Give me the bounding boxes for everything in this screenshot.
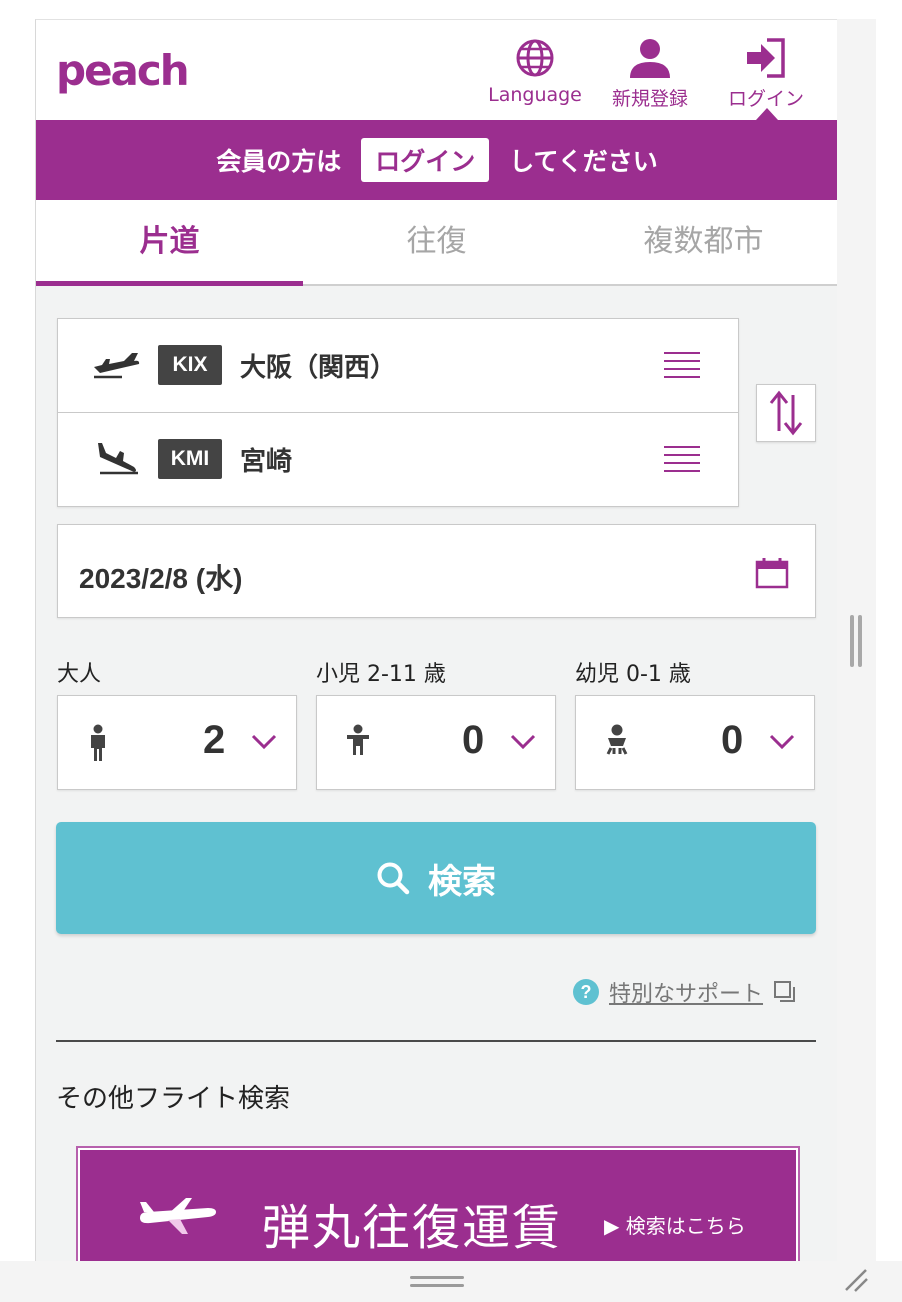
nav-login-label: ログイン [727, 88, 804, 110]
date-field[interactable]: 2023/2/8 (水) [57, 524, 816, 618]
nav-language-label: Language [488, 84, 582, 106]
origin-city: 大阪（関西） [240, 353, 397, 383]
chevron-down-icon [510, 734, 536, 750]
infant-icon [606, 724, 628, 755]
infant-label: 幼児 0-1 歳 [575, 662, 691, 687]
promo-search-link[interactable]: ▶ 検索はこちら [604, 1210, 746, 1239]
child-count-select[interactable]: 0 [316, 695, 556, 790]
chevron-down-icon [769, 734, 795, 750]
destination-code: KMI [158, 439, 222, 479]
child-label: 小児 2-11 歳 [316, 662, 446, 687]
special-support-link[interactable]: ? 特別なサポート [573, 976, 797, 1008]
nav-login[interactable]: ログイン [711, 38, 821, 111]
app-frame: peach Language 新規登録 ログイン 会員の方は ログイン してくだ… [35, 19, 839, 1262]
bullet-roundtrip-promo-banner[interactable]: 弾丸往復運賃 ▶ 検索はこちら [76, 1146, 800, 1262]
other-flight-search-heading: その他フライト検索 [56, 1084, 291, 1114]
section-divider [56, 1040, 816, 1042]
trip-type-tabs: 片道 往復 複数都市 [36, 200, 838, 286]
chevron-down-icon [251, 734, 277, 750]
scrollbar-handle[interactable] [848, 615, 864, 667]
infant-count: 0 [721, 718, 744, 762]
child-count: 0 [462, 718, 485, 762]
destination-menu-icon [664, 446, 700, 478]
member-login-banner: 会員の方は ログイン してください [36, 120, 838, 200]
nav-register-label: 新規登録 [611, 88, 688, 110]
origin-code: KIX [158, 345, 222, 385]
tab-multi-city[interactable]: 複数都市 [570, 200, 837, 284]
tab-one-way[interactable]: 片道 [36, 200, 303, 286]
infant-count-select[interactable]: 0 [575, 695, 815, 790]
calendar-icon [755, 558, 789, 589]
banner-suffix: してください [509, 147, 658, 176]
swap-route-button[interactable] [756, 384, 816, 442]
globe-icon [516, 39, 554, 77]
promo-title: 弾丸往復運賃 [262, 1200, 563, 1256]
user-icon [630, 39, 670, 78]
drag-grip-icon[interactable] [410, 1275, 464, 1289]
nav-register[interactable]: 新規登録 [595, 38, 705, 111]
tab-round-trip[interactable]: 往復 [303, 200, 570, 284]
login-icon [747, 38, 785, 78]
adult-label: 大人 [57, 662, 102, 687]
airplane-icon [140, 1198, 216, 1234]
special-support-label: 特別なサポート [609, 982, 764, 1007]
date-value: 2023/2/8 (水) [79, 563, 243, 594]
adult-count: 2 [203, 718, 226, 762]
departure-plane-icon [94, 353, 140, 379]
banner-prefix: 会員の方は [216, 147, 342, 176]
search-button-label: 検索 [428, 861, 496, 902]
resize-handle-icon[interactable] [842, 1266, 870, 1294]
destination-field[interactable]: KMI 宮崎 [58, 413, 738, 506]
search-icon [377, 862, 410, 895]
adult-count-select[interactable]: 2 [57, 695, 297, 790]
help-icon: ? [573, 979, 599, 1005]
origin-menu-icon [664, 352, 700, 384]
arrival-plane-icon [98, 443, 138, 475]
peach-logo[interactable]: peach [56, 46, 190, 95]
external-window-icon [774, 981, 796, 1002]
origin-field[interactable]: KIX 大阪（関西） [58, 319, 738, 413]
active-nav-pointer [756, 108, 778, 120]
nav-language[interactable]: Language [480, 38, 590, 106]
destination-city: 宮崎 [240, 447, 293, 477]
site-header: peach Language 新規登録 ログイン [36, 20, 838, 120]
banner-login-button[interactable]: ログイン [361, 138, 490, 182]
swap-arrows-icon [769, 390, 803, 436]
child-icon [347, 724, 369, 755]
route-selector: KIX 大阪（関西） KMI 宮崎 [57, 318, 739, 507]
adult-icon [91, 724, 105, 761]
search-button[interactable]: 検索 [56, 822, 816, 934]
